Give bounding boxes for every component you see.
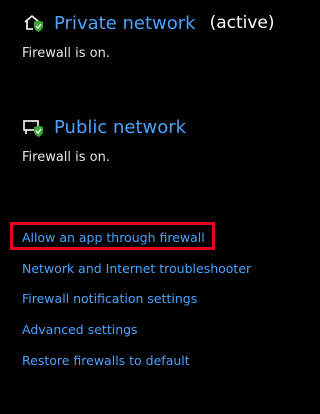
home-network-shield-icon <box>22 12 44 34</box>
private-network-status: Firewall is on. <box>22 46 110 61</box>
troubleshooter-link[interactable]: Network and Internet troubleshooter <box>22 261 251 276</box>
public-network-row: Public network <box>22 116 186 138</box>
public-network-link[interactable]: Public network <box>54 117 186 138</box>
notification-settings-link[interactable]: Firewall notification settings <box>22 291 197 306</box>
public-network-status: Firewall is on. <box>22 150 110 165</box>
allow-app-link[interactable]: Allow an app through firewall <box>22 230 205 245</box>
private-network-link[interactable]: Private network <box>54 13 196 34</box>
advanced-settings-link[interactable]: Advanced settings <box>22 322 138 337</box>
restore-defaults-link[interactable]: Restore firewalls to default <box>22 353 190 368</box>
public-network-shield-icon <box>22 116 44 138</box>
active-label: (active) <box>209 13 275 33</box>
private-network-row: Private network (active) <box>22 12 275 34</box>
